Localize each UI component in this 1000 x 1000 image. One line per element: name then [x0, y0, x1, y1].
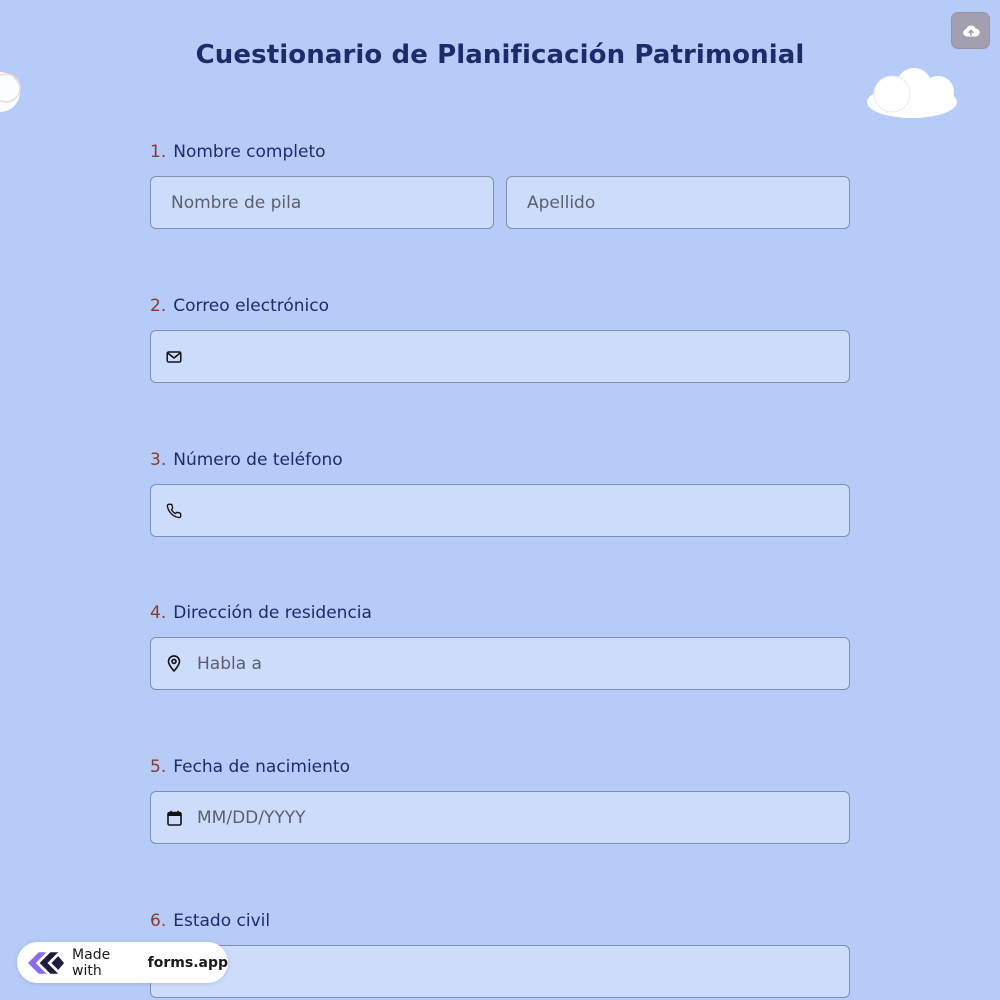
- question-full-name: 1. Nombre completo Nombre de pila Apelli…: [150, 140, 850, 229]
- question-text: Estado civil: [173, 911, 271, 931]
- question-text: Correo electrónico: [173, 296, 329, 316]
- location-pin-icon: [165, 655, 183, 673]
- question-label: 3. Número de teléfono: [150, 448, 850, 472]
- question-number: 1.: [150, 142, 167, 162]
- address-placeholder: Habla a: [197, 653, 262, 674]
- phone-field[interactable]: [150, 484, 850, 537]
- first-name-input[interactable]: Nombre de pila: [150, 176, 494, 229]
- question-label: 2. Correo electrónico: [150, 294, 850, 318]
- question-text: Fecha de nacimiento: [173, 757, 350, 777]
- birth-date-placeholder: MM/DD/YYYY: [197, 807, 306, 828]
- phone-icon: [165, 502, 183, 520]
- question-address: 4. Dirección de residencia Habla a: [150, 601, 850, 690]
- mail-icon: [165, 348, 183, 366]
- question-email: 2. Correo electrónico: [150, 294, 850, 383]
- name-fields-row: Nombre de pila Apellido: [150, 176, 850, 229]
- question-phone: 3. Número de teléfono: [150, 448, 850, 537]
- question-number: 5.: [150, 757, 167, 777]
- question-label: 1. Nombre completo: [150, 140, 850, 164]
- question-text: Número de teléfono: [173, 450, 343, 470]
- address-field[interactable]: Habla a: [150, 637, 850, 690]
- question-number: 6.: [150, 911, 167, 931]
- cloud-upload-icon: [962, 24, 980, 36]
- question-number: 2.: [150, 296, 167, 316]
- form-title: Cuestionario de Planificación Patrimonia…: [195, 40, 805, 70]
- question-text: Nombre completo: [173, 142, 326, 162]
- first-name-placeholder: Nombre de pila: [171, 192, 302, 213]
- last-name-placeholder: Apellido: [527, 192, 596, 213]
- question-label: 4. Dirección de residencia: [150, 601, 850, 625]
- question-number: 3.: [150, 450, 167, 470]
- birth-date-field[interactable]: MM/DD/YYYY: [150, 791, 850, 844]
- marital-status-field[interactable]: [150, 945, 850, 998]
- cloud-decoration-left: [0, 72, 21, 112]
- question-marital-status: 6. Estado civil: [150, 909, 850, 998]
- question-text: Dirección de residencia: [173, 603, 372, 623]
- question-label: 5. Fecha de nacimiento: [150, 755, 850, 779]
- badge-brand-text: forms.app: [147, 954, 228, 971]
- last-name-input[interactable]: Apellido: [506, 176, 850, 229]
- question-birth-date: 5. Fecha de nacimiento MM/DD/YYYY: [150, 755, 850, 844]
- made-with-forms-app-badge[interactable]: Made with forms.app: [17, 942, 228, 983]
- forms-app-logo: [27, 951, 65, 974]
- question-label: 6. Estado civil: [150, 909, 850, 933]
- cloud-decoration-right: [867, 68, 957, 118]
- email-field[interactable]: [150, 330, 850, 383]
- question-number: 4.: [150, 603, 167, 623]
- calendar-icon: [165, 809, 183, 827]
- badge-made-with-text: Made with: [72, 946, 111, 979]
